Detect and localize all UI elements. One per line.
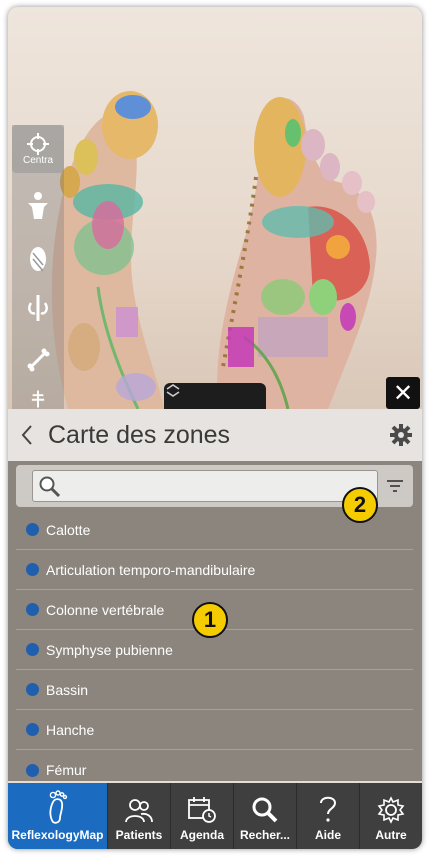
annotation-badge-2: 2 bbox=[342, 487, 378, 523]
nerve-view-button[interactable] bbox=[12, 283, 64, 333]
zone-label: Fémur bbox=[46, 762, 87, 778]
zone-label: Hanche bbox=[46, 721, 95, 738]
zone-label: Calotte bbox=[46, 521, 91, 538]
gear-icon bbox=[377, 796, 405, 824]
bone-view-button[interactable] bbox=[12, 335, 64, 385]
center-view-label: Centra bbox=[22, 154, 53, 166]
right-foot[interactable] bbox=[217, 97, 377, 409]
zone-map-panel: Carte des zones Calotte Articulation tem… bbox=[8, 409, 422, 781]
skeleton-icon bbox=[31, 390, 45, 408]
page-title: Carte des zones bbox=[48, 420, 231, 449]
gear-icon bbox=[390, 424, 412, 446]
zone-dot-icon bbox=[26, 603, 39, 616]
tab-label: Recher... bbox=[239, 828, 291, 842]
zone-dot-icon bbox=[26, 523, 39, 536]
foot-icon bbox=[48, 790, 67, 824]
zone-label: Articulation temporo-mandibulaire bbox=[46, 561, 256, 578]
zone-list: Calotte Articulation temporo-mandibulair… bbox=[16, 510, 413, 790]
search-icon bbox=[39, 476, 61, 498]
search-icon bbox=[252, 797, 278, 823]
tab-reflexologymap[interactable]: ReflexologyMap bbox=[8, 783, 108, 849]
tab-label: Autre bbox=[375, 828, 407, 842]
annotation-badge-1: 1 bbox=[192, 602, 228, 638]
panel-header: Carte des zones bbox=[8, 409, 422, 461]
bone-icon bbox=[27, 348, 50, 372]
foot-map-viewer[interactable]: Centra ✕ bbox=[8, 7, 422, 409]
device-frame: Centra ✕ Carte des zones Calotte Articul… bbox=[8, 7, 422, 849]
tab-label: Agenda bbox=[179, 828, 224, 842]
muscle-icon bbox=[30, 247, 46, 272]
tab-label: Aide bbox=[314, 828, 341, 842]
feet-illustration[interactable] bbox=[8, 7, 422, 409]
close-icon: ✕ bbox=[392, 379, 414, 407]
filter-icon bbox=[387, 480, 403, 492]
calendar-icon bbox=[188, 797, 216, 823]
zone-label: Colonne vertébrale bbox=[46, 601, 165, 618]
crosshair-icon bbox=[27, 132, 49, 155]
bottom-tab-bar: ReflexologyMap Patients Agenda Recher...… bbox=[8, 783, 422, 849]
zone-dot-icon bbox=[26, 723, 39, 736]
skeleton-view-button[interactable] bbox=[12, 383, 64, 409]
nerve-icon bbox=[28, 295, 48, 321]
zone-dot-icon bbox=[26, 643, 39, 656]
zone-dot-icon bbox=[26, 563, 39, 576]
tab-label: ReflexologyMap bbox=[11, 828, 104, 842]
view-toolbar: Centra bbox=[12, 125, 64, 409]
list-item[interactable]: Bassin bbox=[16, 670, 413, 710]
body-view-button[interactable] bbox=[12, 181, 64, 231]
close-button[interactable]: ✕ bbox=[386, 377, 420, 409]
panel-toggle-handle[interactable] bbox=[164, 383, 266, 409]
filter-button[interactable] bbox=[382, 474, 408, 498]
tab-aide[interactable]: Aide bbox=[297, 783, 360, 849]
question-icon bbox=[320, 796, 337, 822]
chevron-left-icon bbox=[21, 425, 32, 445]
zone-dot-icon bbox=[26, 763, 39, 777]
panel-settings-button[interactable] bbox=[380, 409, 422, 461]
tab-recherche[interactable]: Recher... bbox=[234, 783, 297, 849]
search-input[interactable] bbox=[32, 470, 378, 502]
list-item[interactable]: Articulation temporo-mandibulaire bbox=[16, 550, 413, 590]
chevron-up-down-icon bbox=[166, 384, 180, 397]
list-item[interactable]: Hanche bbox=[16, 710, 413, 750]
tab-autre[interactable]: Autre bbox=[360, 783, 422, 849]
people-icon bbox=[125, 799, 153, 823]
zone-label: Bassin bbox=[46, 681, 89, 698]
muscle-view-button[interactable] bbox=[12, 233, 64, 283]
center-view-button[interactable]: Centra bbox=[12, 125, 64, 173]
tab-label: Patients bbox=[115, 828, 163, 842]
body-icon bbox=[28, 192, 48, 219]
tab-patients[interactable]: Patients bbox=[108, 783, 171, 849]
tab-agenda[interactable]: Agenda bbox=[171, 783, 234, 849]
zone-dot-icon bbox=[26, 683, 39, 696]
zone-label: Symphyse pubienne bbox=[46, 641, 173, 658]
back-button[interactable] bbox=[8, 409, 46, 461]
left-foot[interactable] bbox=[51, 91, 164, 409]
